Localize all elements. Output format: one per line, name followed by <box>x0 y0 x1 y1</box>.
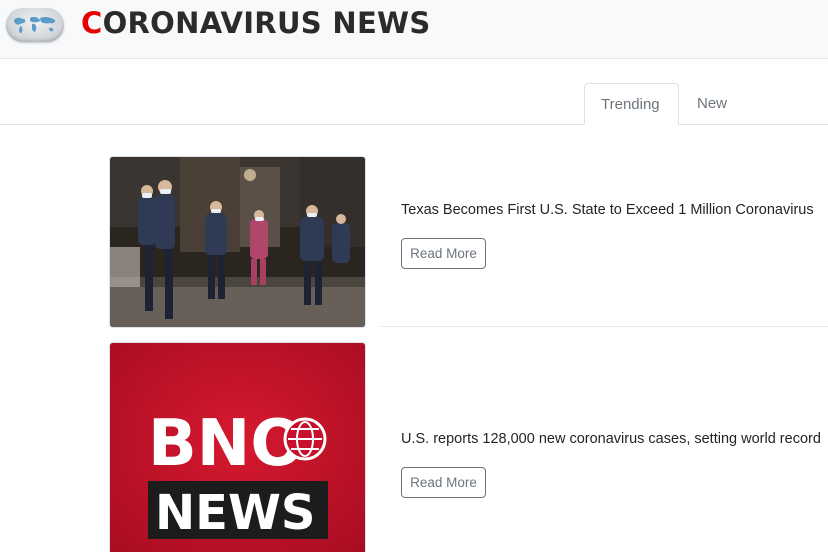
top-navbar: CORONAVIRUS NEWS <box>0 0 828 59</box>
bno-news-logo-image[interactable]: BNO NEWS <box>109 342 366 552</box>
read-more-button[interactable]: Read More <box>401 467 486 498</box>
bno-logo-text-top: BNO <box>148 407 305 481</box>
article-image[interactable] <box>109 156 366 328</box>
read-more-button[interactable]: Read More <box>401 238 486 269</box>
article-divider <box>379 326 828 327</box>
world-map-logo-icon[interactable] <box>6 8 64 42</box>
brand-first-letter: C <box>81 6 103 40</box>
bno-logo-text-bottom: NEWS <box>155 485 315 541</box>
tab-trending[interactable]: Trending <box>584 83 679 125</box>
article-headline[interactable]: Texas Becomes First U.S. State to Exceed… <box>401 202 814 218</box>
article-headline[interactable]: U.S. reports 128,000 new coronavirus cas… <box>401 431 821 447</box>
tab-new[interactable]: New <box>681 83 743 125</box>
site-brand-title[interactable]: CORONAVIRUS NEWS <box>81 6 431 44</box>
brand-rest: ORONAVIRUS NEWS <box>102 6 431 40</box>
